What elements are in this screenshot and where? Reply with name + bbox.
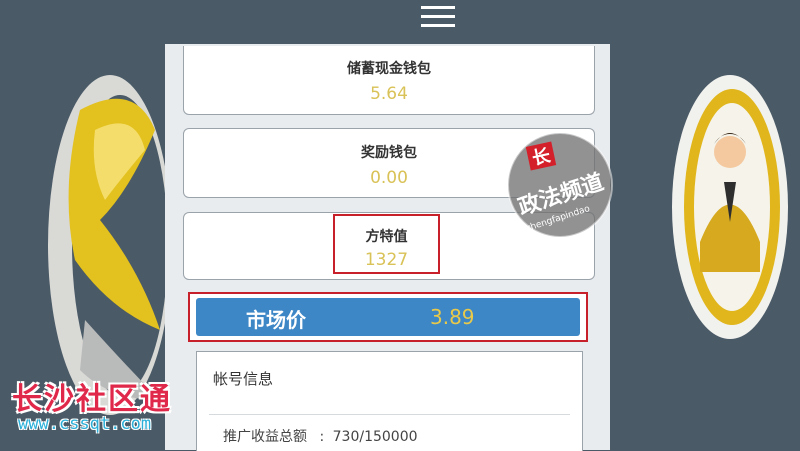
market-price-value: 3.89 — [430, 305, 475, 329]
fangte-value-amount: 1327 — [364, 250, 409, 270]
hamburger-menu-icon[interactable] — [421, 6, 455, 28]
market-price-label: 市场价 — [246, 308, 306, 332]
promo-earnings-value: 730/150000 — [332, 429, 418, 445]
site-watermark-name: 长沙社区通 — [12, 382, 172, 417]
fangte-value-highlight: 方特值 1327 — [333, 214, 440, 274]
promo-earnings-separator: : — [319, 429, 325, 445]
avatar-badge-icon — [672, 75, 788, 339]
gold-emblem-logo — [48, 75, 172, 415]
fangte-value-title: 方特值 — [365, 229, 408, 245]
site-watermark-url: www.cssqt.com — [18, 414, 152, 434]
account-divider — [209, 414, 570, 415]
account-info-section: 帐号信息 推广收益总额 : 730/150000 — [196, 351, 583, 451]
savings-cash-wallet-title: 储蓄现金钱包 — [347, 61, 431, 77]
promo-earnings-row: 推广收益总额 : 730/150000 — [223, 426, 418, 446]
promo-earnings-label: 推广收益总额 — [223, 429, 307, 445]
savings-cash-wallet-card[interactable]: 储蓄现金钱包 5.64 — [183, 46, 595, 115]
account-info-heading: 帐号信息 — [213, 370, 274, 388]
market-price-highlight: 市场价 3.89 — [188, 292, 588, 342]
channel-watermark: 长 政法频道 zhengfapindao — [507, 132, 613, 238]
market-price-button[interactable]: 市场价 3.89 — [196, 298, 580, 336]
savings-cash-wallet-value: 5.64 — [370, 84, 408, 104]
